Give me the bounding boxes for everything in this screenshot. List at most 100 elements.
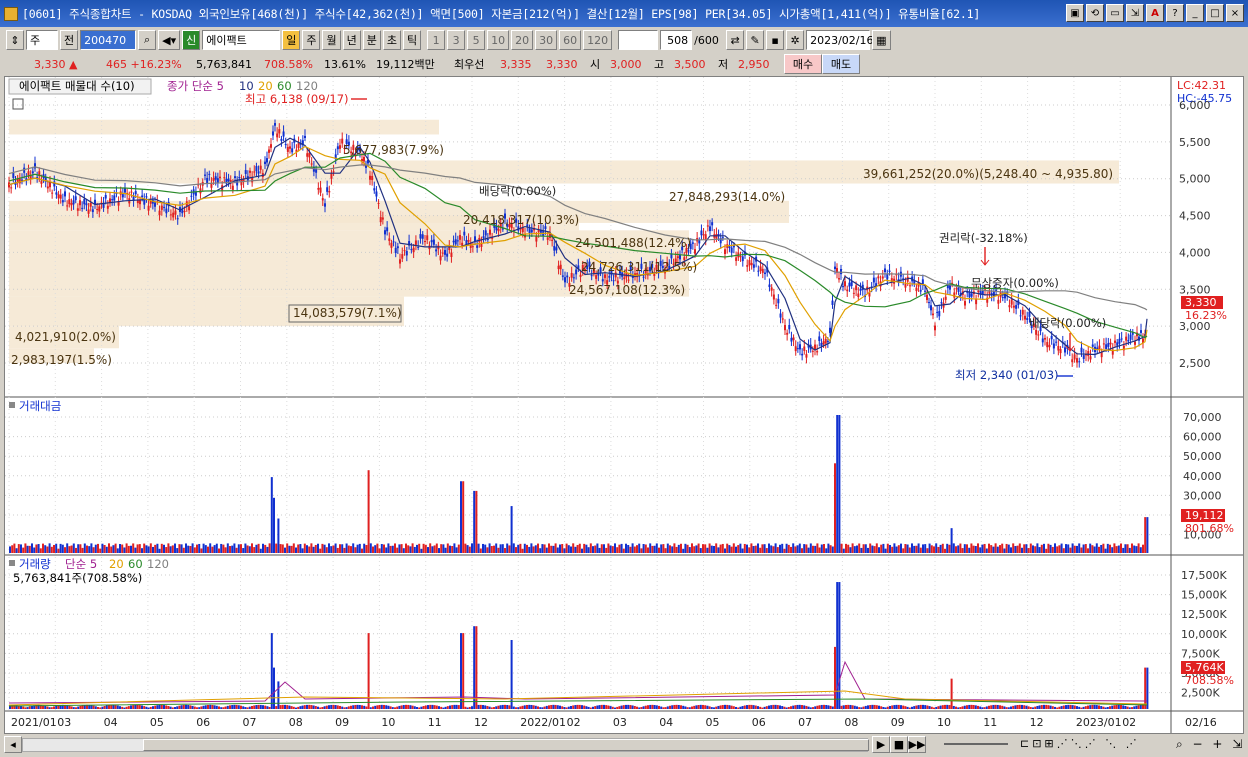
volume-bar	[878, 705, 880, 709]
stop-button[interactable]: ■	[890, 736, 908, 753]
tab-tick[interactable]: 틱	[402, 30, 422, 50]
tab-day[interactable]: 일	[282, 30, 301, 50]
amount-bar	[92, 547, 95, 553]
amount-bar	[484, 544, 487, 553]
amount-bar	[167, 543, 170, 553]
amount-bar	[840, 543, 843, 553]
help-icon[interactable]: ?	[1166, 4, 1184, 22]
settings-icon[interactable]: ✲	[786, 30, 805, 50]
zoom-slider[interactable]	[944, 743, 1008, 745]
candle-body	[419, 234, 422, 239]
candle-body	[282, 131, 285, 137]
volume-bar	[622, 705, 625, 709]
stock-code-input[interactable]: 200470	[80, 30, 137, 50]
buy-button[interactable]: 매수	[784, 54, 822, 74]
interval-120[interactable]: 120	[583, 30, 613, 50]
minimize-button[interactable]: _	[1186, 4, 1204, 22]
volume-ratio: 708.58%	[264, 57, 313, 71]
amount-bar	[273, 497, 275, 553]
candle-body	[746, 265, 749, 267]
count-input[interactable]: 508	[660, 30, 693, 50]
tab-week[interactable]: 주	[302, 30, 321, 50]
compare-icon[interactable]: ⇄	[726, 30, 745, 50]
scrollbar-thumb[interactable]	[143, 739, 869, 751]
amount-bar	[147, 546, 150, 553]
calendar-icon[interactable]: ▦	[872, 30, 891, 50]
refresh-icon[interactable]: ⟲	[1086, 4, 1104, 22]
amount-bar	[88, 546, 91, 553]
maximize-button[interactable]: □	[1206, 4, 1224, 22]
period-unit-select[interactable]: 주	[26, 30, 58, 50]
amount-bar	[816, 543, 819, 553]
date-input[interactable]: 2023/02/16	[806, 30, 874, 50]
volume-bar	[1040, 705, 1043, 709]
interval-60[interactable]: 60	[559, 30, 582, 50]
candle-body	[206, 177, 209, 184]
amount-bar	[834, 463, 836, 553]
candle-body	[394, 247, 397, 254]
amount-bar	[24, 543, 27, 553]
candle-body	[919, 290, 922, 292]
close-button[interactable]: ×	[1226, 4, 1244, 22]
search-icon[interactable]: ⌕	[138, 30, 157, 50]
chart-menu-icon[interactable]: ⇕	[6, 30, 24, 50]
amount-bar	[180, 544, 183, 553]
font-icon[interactable]: A	[1146, 4, 1164, 22]
volume-bar	[1131, 707, 1133, 709]
chart-area[interactable]: 6,000 5,500 5,000 4,500 4,000 3,500 3,000 2,500…	[4, 76, 1244, 734]
volume-bar	[959, 707, 962, 709]
volume-bar	[1005, 707, 1008, 709]
tab-month[interactable]: 월	[322, 30, 341, 50]
interval-3[interactable]: 3	[447, 30, 466, 50]
tab-year[interactable]: 년	[342, 30, 361, 50]
interval-10[interactable]: 10	[487, 30, 510, 50]
fast-forward-button[interactable]: ▶▶	[908, 736, 926, 753]
amount-bar	[462, 481, 465, 553]
scroll-left-button[interactable]: ◂	[4, 736, 22, 753]
amount-bar	[387, 543, 390, 553]
volume-sub-label: 5,763,841주(708.58%)	[13, 571, 142, 585]
volume-bar	[1106, 707, 1109, 709]
volume-bar	[957, 707, 960, 709]
candle-body	[497, 228, 500, 232]
interval-input[interactable]	[618, 30, 659, 50]
amount-bar	[17, 544, 20, 553]
interval-1[interactable]: 1	[427, 30, 446, 50]
amount-bar	[688, 547, 691, 553]
link-icon[interactable]: ▣	[1066, 4, 1084, 22]
drawing-tools-icon[interactable]: ⊏⊡⊞⋰⋱⋰ ⋱ ⋰	[1020, 737, 1140, 750]
draw-icon[interactable]: ✎	[746, 30, 765, 50]
candle-body	[881, 276, 884, 279]
tab-minute[interactable]: 분	[362, 30, 381, 50]
speaker-icon[interactable]: ◀▾	[158, 30, 181, 50]
amount-bar	[75, 547, 77, 553]
horizontal-scrollbar[interactable]	[22, 738, 869, 752]
sell-button[interactable]: 매도	[822, 54, 860, 74]
amount-bar	[543, 544, 546, 553]
amount-bar	[961, 548, 964, 553]
play-button[interactable]: ▶	[872, 736, 890, 753]
candle-body	[924, 290, 926, 292]
amount-bar	[455, 547, 458, 553]
candle-body	[70, 203, 73, 206]
candle-body	[805, 354, 808, 358]
interval-30[interactable]: 30	[535, 30, 558, 50]
tab-second[interactable]: 초	[382, 30, 401, 50]
save-icon[interactable]: ▪	[766, 30, 785, 50]
interval-5[interactable]: 5	[467, 30, 486, 50]
stock-chart-svg[interactable]: 6,0005,5005,0004,5004,0003,5003,0002,500…	[5, 77, 1243, 733]
window-icon[interactable]: ▭	[1106, 4, 1124, 22]
zoom-controls-icon[interactable]: ⌕ − + ⇲	[1176, 737, 1245, 752]
candle-body	[1100, 352, 1103, 358]
export-icon[interactable]: ⇲	[1126, 4, 1144, 22]
volume-bar	[768, 705, 770, 709]
volume-bar	[537, 706, 539, 709]
amount-bar	[845, 543, 847, 553]
candle-body	[1050, 335, 1053, 340]
amount-bar	[849, 547, 852, 553]
amount-bar	[512, 543, 515, 553]
amount-bar	[499, 544, 502, 553]
amount-bar	[248, 546, 251, 553]
prev-button[interactable]: 전	[60, 30, 79, 50]
interval-20[interactable]: 20	[511, 30, 534, 50]
